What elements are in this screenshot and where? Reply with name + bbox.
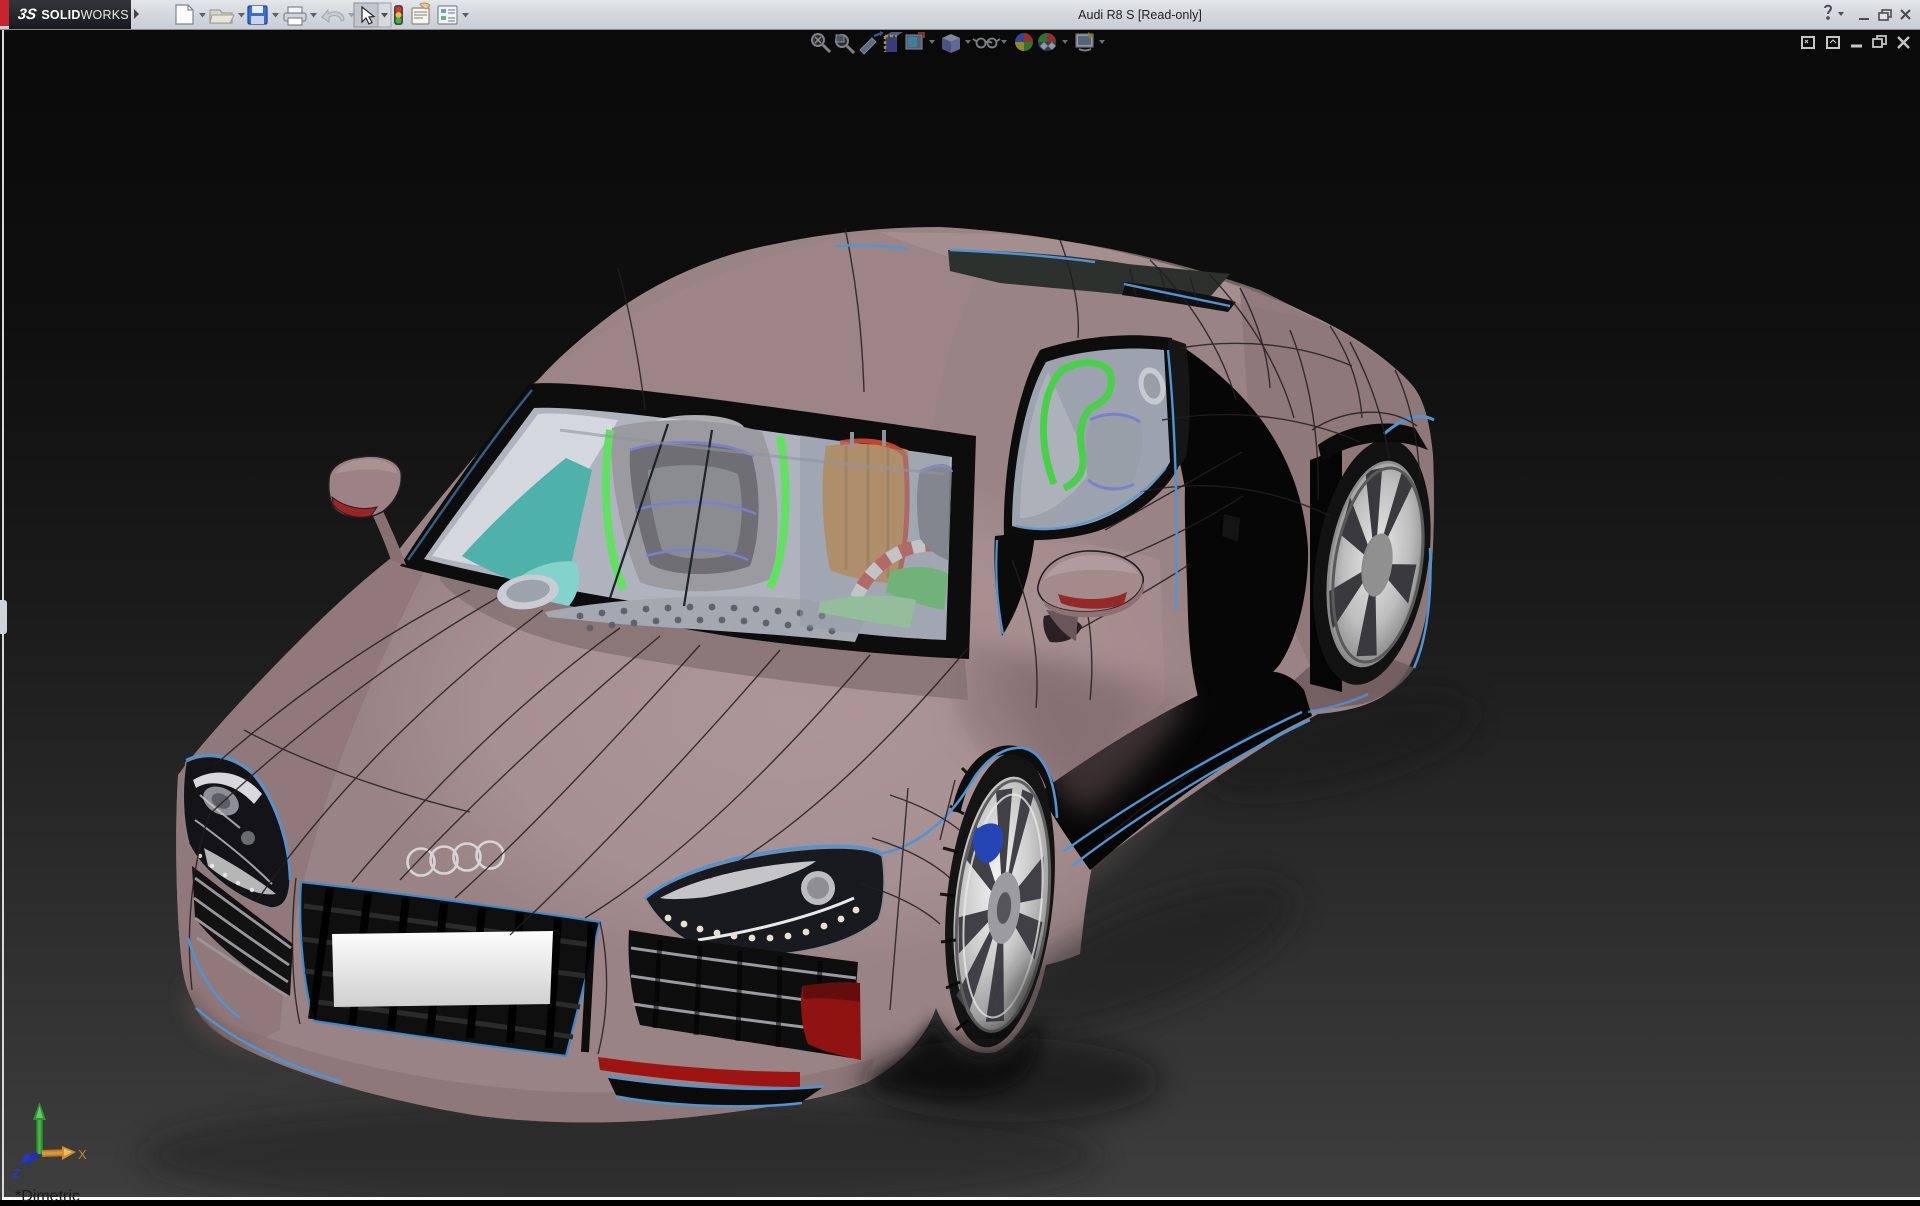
svg-text:Z: Z <box>11 1166 21 1181</box>
svg-text:X: X <box>78 1147 87 1162</box>
